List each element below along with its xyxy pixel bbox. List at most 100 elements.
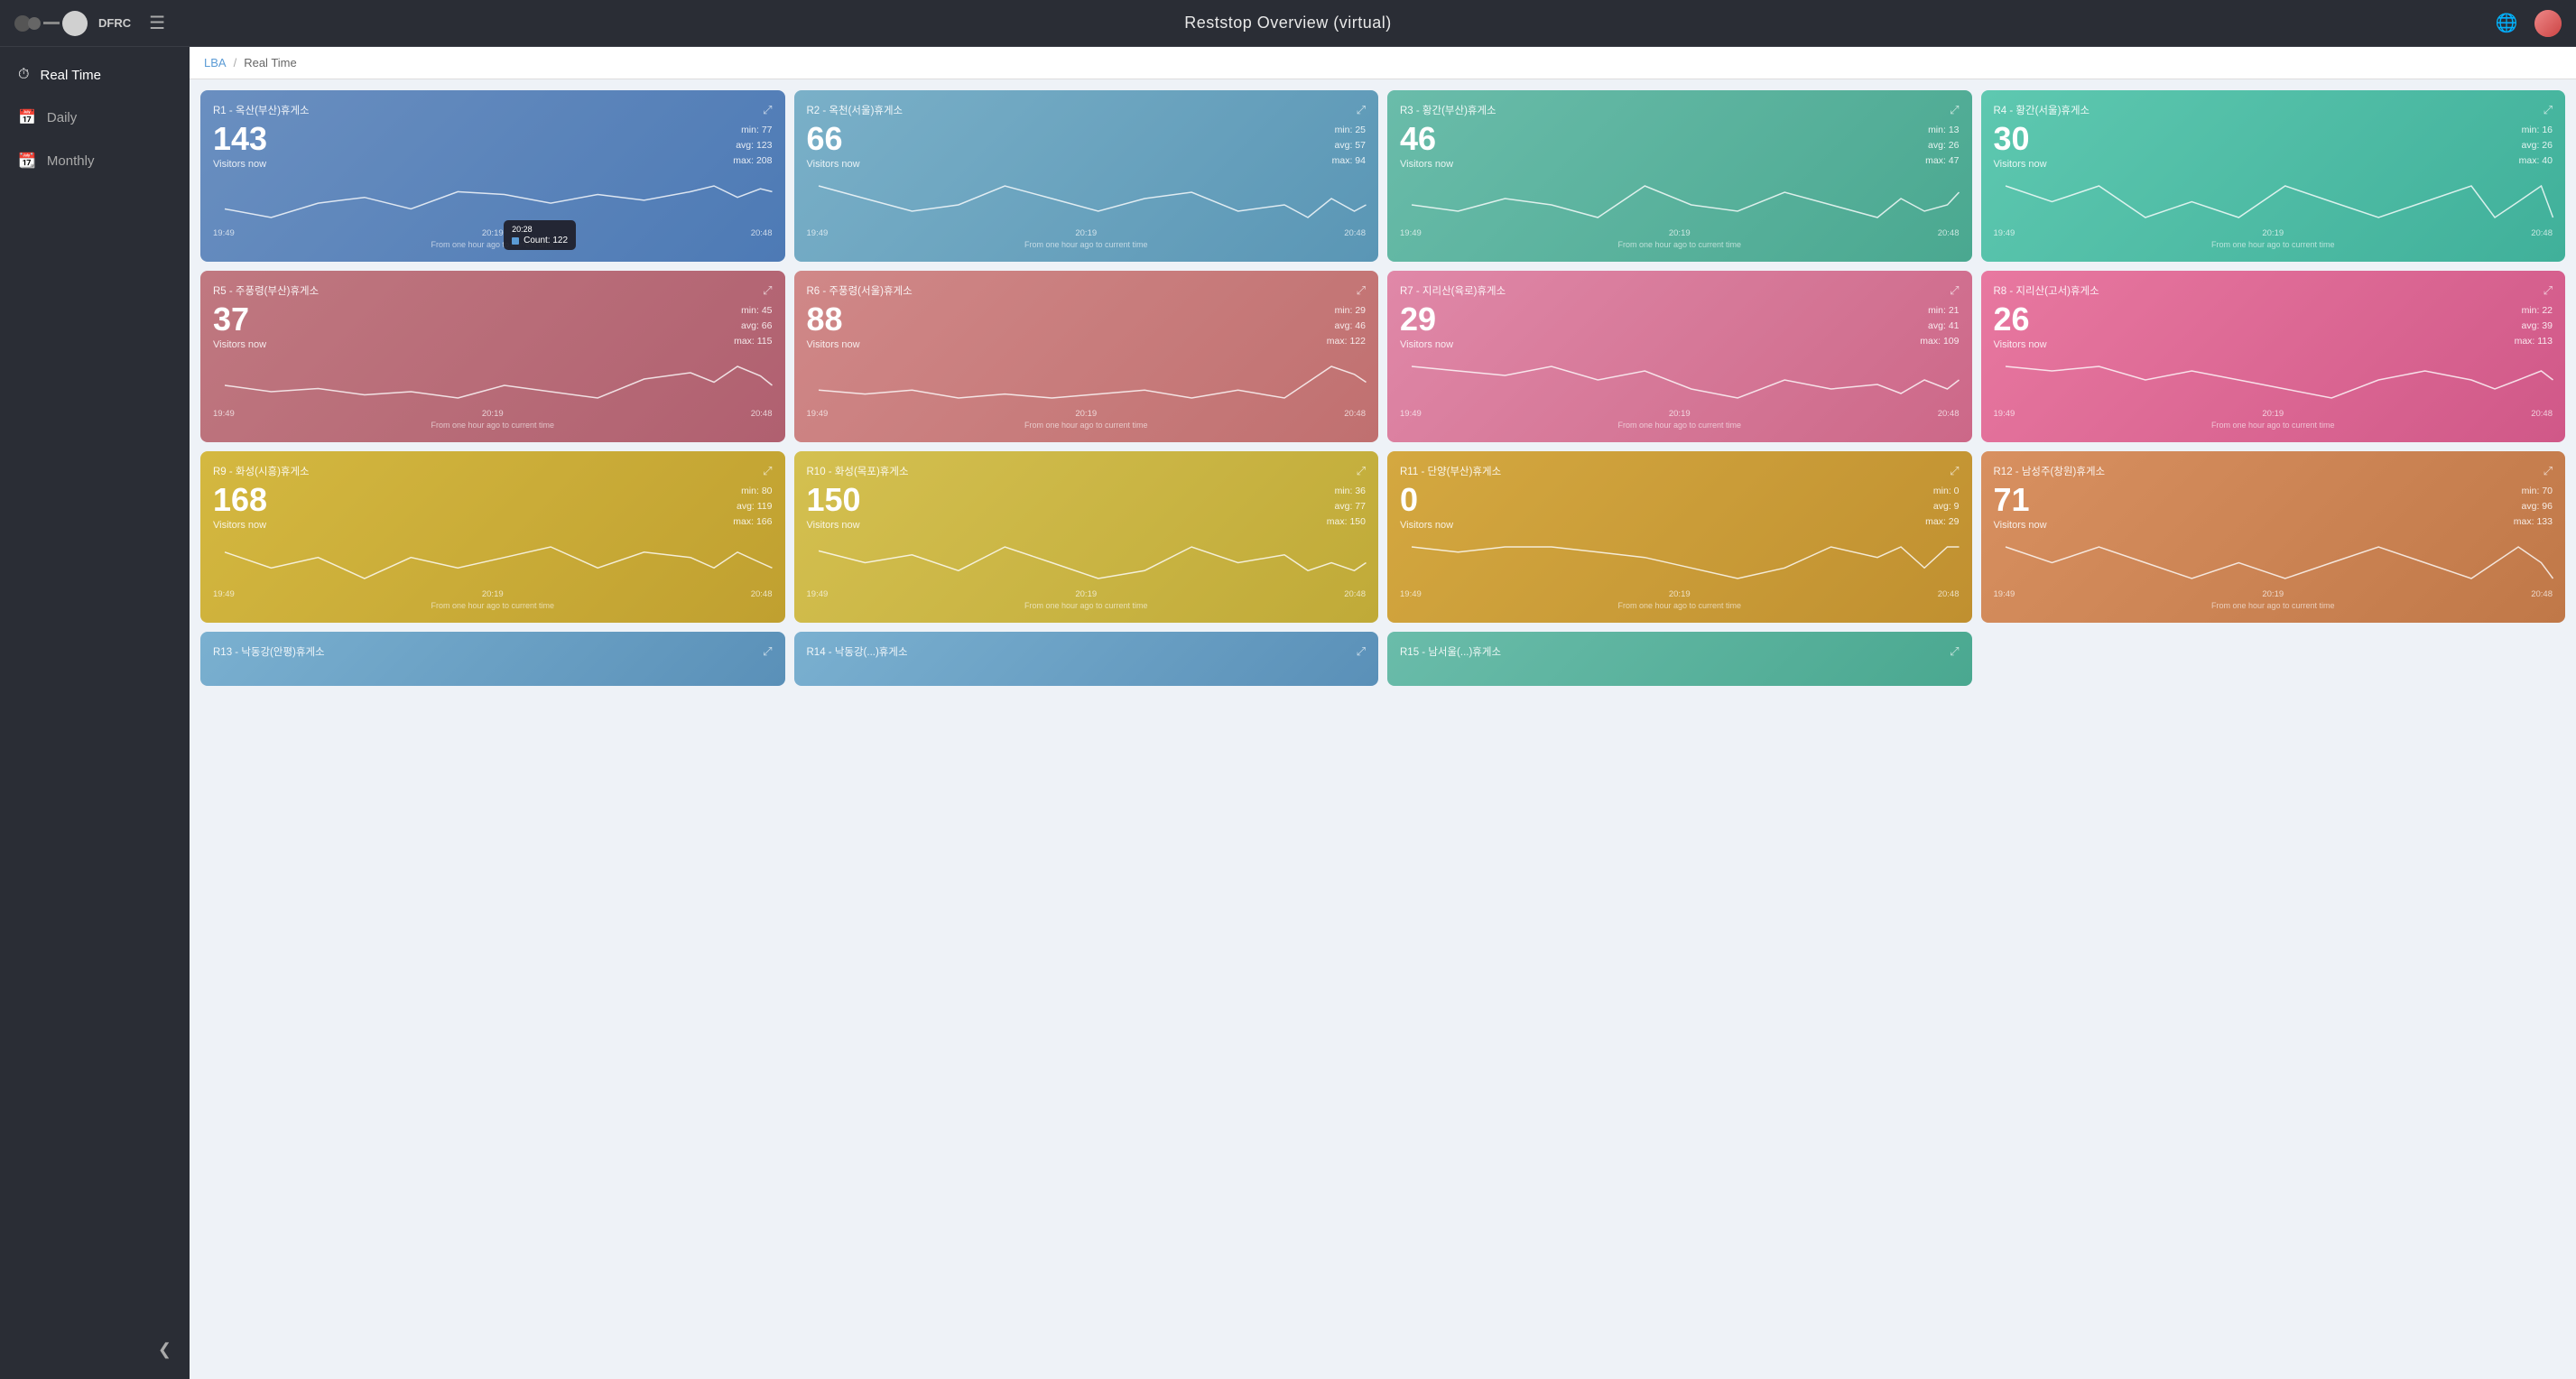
time-mid: 20:19 [2262, 589, 2284, 599]
card-stats: min: 77avg: 123max: 208 [733, 123, 772, 168]
expand-icon[interactable]: ⤢ [1357, 103, 1366, 117]
card-footnote: From one hour ago to current time [213, 240, 773, 249]
visitor-count: 29 [1400, 303, 1453, 336]
card-body: 30 Visitors now min: 16avg: 26max: 40 [1994, 123, 2553, 170]
logo-circle3 [62, 11, 88, 36]
card-title: R11 - 단양(부산)휴게소 [1400, 464, 1501, 478]
expand-icon[interactable]: ⤢ [1357, 283, 1366, 298]
card-header: R6 - 주풍령(서울)휴게소 ⤢ [807, 283, 1367, 298]
expand-icon[interactable]: ⤢ [1357, 464, 1366, 478]
card-title: R1 - 옥산(부산)휴게소 [213, 103, 310, 117]
card-header: R12 - 남성주(창원)휴게소 ⤢ [1994, 464, 2553, 478]
breadcrumb-link[interactable]: LBA [204, 56, 227, 69]
sparkline-svg [1400, 357, 1960, 403]
time-mid: 20:19 [1669, 589, 1691, 599]
card-header: R1 - 옥산(부산)휴게소 ⤢ [213, 103, 773, 117]
expand-icon[interactable]: ⤢ [763, 283, 772, 298]
card-chart [1400, 357, 1960, 407]
main-layout: ⏱ Real Time 📅 Daily 📆 Monthly ❮ LBA / Re… [0, 47, 2576, 1379]
time-end: 20:48 [1938, 409, 1960, 419]
logo-text: DFRC [98, 16, 131, 30]
card-chart: 20:28 Count: 122 [213, 177, 773, 227]
breadcrumb-separator: / [234, 56, 237, 69]
dashboard-grid: R1 - 옥산(부산)휴게소 ⤢ 143 Visitors now min: 7… [200, 90, 2565, 686]
card-title: R6 - 주풍령(서울)휴게소 [807, 283, 913, 298]
card-title: R14 - 낙동강(...)휴게소 [807, 644, 908, 659]
menu-icon[interactable]: ☰ [149, 12, 165, 34]
card-chart [213, 538, 773, 588]
card-footnote: From one hour ago to current time [807, 240, 1367, 249]
realtime-icon: ⏱ [18, 67, 29, 83]
card-body: 150 Visitors now min: 36avg: 77max: 150 [807, 484, 1367, 531]
time-mid: 20:19 [482, 589, 504, 599]
card-body: 66 Visitors now min: 25avg: 57max: 94 [807, 123, 1367, 170]
sparkline-svg [213, 177, 773, 222]
card-footer: 19:49 20:19 20:48 [1400, 228, 1960, 238]
breadcrumb-current: Real Time [244, 56, 297, 69]
expand-icon[interactable]: ⤢ [2544, 283, 2553, 298]
card-footnote: From one hour ago to current time [1994, 601, 2553, 610]
time-end: 20:48 [1344, 228, 1366, 238]
card-footer: 19:49 20:19 20:48 [1994, 228, 2553, 238]
card-chart [1994, 357, 2553, 407]
sidebar-item-monthly[interactable]: 📆 Monthly [0, 139, 190, 182]
card-chart [1400, 538, 1960, 588]
card-footnote: From one hour ago to current time [807, 421, 1367, 430]
expand-icon[interactable]: ⤢ [763, 644, 772, 659]
time-start: 19:49 [1994, 409, 2015, 419]
page-title: Reststop Overview (virtual) [1184, 14, 1392, 32]
card-header: R7 - 지리산(육로)휴게소 ⤢ [1400, 283, 1960, 298]
language-icon[interactable]: 🌐 [2493, 10, 2520, 37]
card-footer: 19:49 20:19 20:48 [213, 228, 773, 238]
visitors-label: Visitors now [213, 520, 267, 531]
avatar[interactable] [2534, 10, 2562, 37]
sparkline-svg [1400, 177, 1960, 222]
card-r4: R4 - 황간(서울)휴게소 ⤢ 30 Visitors now min: 16… [1981, 90, 2566, 262]
time-start: 19:49 [807, 589, 829, 599]
card-footnote: From one hour ago to current time [1400, 421, 1960, 430]
visitors-label: Visitors now [807, 520, 861, 531]
card-r10: R10 - 화성(목포)휴게소 ⤢ 150 Visitors now min: … [794, 451, 1379, 623]
card-r15: R15 - 남서울(...)휴게소 ⤢ [1387, 632, 1972, 686]
card-r3: R3 - 황간(부산)휴게소 ⤢ 46 Visitors now min: 13… [1387, 90, 1972, 262]
sidebar-label-realtime: Real Time [40, 68, 101, 83]
card-header: R11 - 단양(부산)휴게소 ⤢ [1400, 464, 1960, 478]
avatar-image [2534, 10, 2562, 37]
visitor-count: 66 [807, 123, 860, 155]
expand-icon[interactable]: ⤢ [1357, 644, 1366, 659]
visitor-count: 0 [1400, 484, 1453, 516]
sidebar-label-daily: Daily [47, 110, 77, 125]
sparkline-svg [807, 357, 1367, 403]
sidebar-item-realtime[interactable]: ⏱ Real Time [0, 54, 190, 96]
time-mid: 20:19 [482, 228, 504, 238]
card-header: R10 - 화성(목포)휴게소 ⤢ [807, 464, 1367, 478]
card-title: R8 - 지리산(고서)휴게소 [1994, 283, 2099, 298]
expand-icon[interactable]: ⤢ [1950, 283, 1959, 298]
expand-icon[interactable]: ⤢ [2544, 103, 2553, 117]
card-footer: 19:49 20:19 20:48 [1994, 409, 2553, 419]
expand-icon[interactable]: ⤢ [2544, 464, 2553, 478]
card-r9: R9 - 화성(시흥)휴게소 ⤢ 168 Visitors now min: 8… [200, 451, 785, 623]
card-body: 71 Visitors now min: 70avg: 96max: 133 [1994, 484, 2553, 531]
expand-icon[interactable]: ⤢ [763, 103, 772, 117]
visitors-label: Visitors now [807, 339, 860, 350]
card-r1: R1 - 옥산(부산)휴게소 ⤢ 143 Visitors now min: 7… [200, 90, 785, 262]
expand-icon[interactable]: ⤢ [1950, 464, 1959, 478]
expand-icon[interactable]: ⤢ [1950, 644, 1959, 659]
time-mid: 20:19 [2262, 228, 2284, 238]
card-stats: min: 0avg: 9max: 29 [1925, 484, 1959, 529]
card-stats: min: 36avg: 77max: 150 [1327, 484, 1366, 529]
sidebar-collapse-button[interactable]: ❮ [0, 1328, 190, 1372]
logo-area: DFRC ☰ [14, 11, 165, 36]
time-mid: 20:19 [2262, 409, 2284, 419]
card-stats: min: 22avg: 39max: 113 [2515, 303, 2553, 348]
time-start: 19:49 [807, 228, 829, 238]
card-body: 26 Visitors now min: 22avg: 39max: 113 [1994, 303, 2553, 350]
expand-icon[interactable]: ⤢ [763, 464, 772, 478]
card-footnote: From one hour ago to current time [213, 421, 773, 430]
card-chart [807, 357, 1367, 407]
sidebar-item-daily[interactable]: 📅 Daily [0, 96, 190, 139]
expand-icon[interactable]: ⤢ [1950, 103, 1959, 117]
card-stats: min: 70avg: 96max: 133 [2514, 484, 2553, 529]
card-body: 168 Visitors now min: 80avg: 119max: 166 [213, 484, 773, 531]
